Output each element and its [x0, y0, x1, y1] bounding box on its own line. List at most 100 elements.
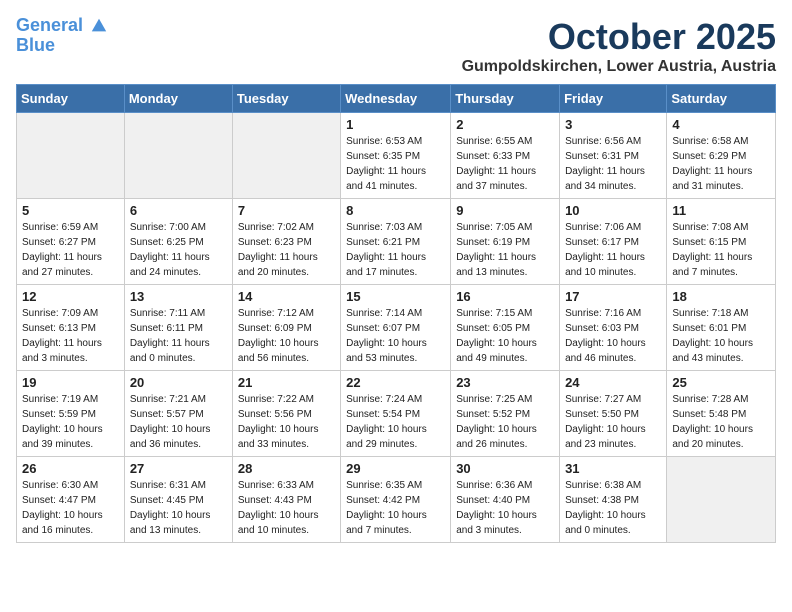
calendar-cell: [124, 113, 232, 199]
day-number: 22: [346, 375, 445, 390]
day-number: 4: [672, 117, 770, 132]
day-number: 25: [672, 375, 770, 390]
header-wednesday: Wednesday: [341, 85, 451, 113]
calendar-cell: 8 Sunrise: 7:03 AM Sunset: 6:21 PM Daylig…: [341, 199, 451, 285]
header-tuesday: Tuesday: [232, 85, 340, 113]
calendar-cell: 21 Sunrise: 7:22 AM Sunset: 5:56 PM Dayli…: [232, 371, 340, 457]
calendar-cell: [232, 113, 340, 199]
day-info: Sunrise: 6:33 AM Sunset: 4:43 PM Dayligh…: [238, 478, 335, 538]
day-info: Sunrise: 6:53 AM Sunset: 6:35 PM Dayligh…: [346, 134, 445, 194]
calendar-cell: 1 Sunrise: 6:53 AM Sunset: 6:35 PM Daylig…: [341, 113, 451, 199]
calendar: SundayMondayTuesdayWednesdayThursdayFrid…: [16, 84, 776, 543]
day-info: Sunrise: 6:31 AM Sunset: 4:45 PM Dayligh…: [130, 478, 227, 538]
title-area: October 2025 Gumpoldskirchen, Lower Aust…: [462, 16, 776, 76]
calendar-cell: 26 Sunrise: 6:30 AM Sunset: 4:47 PM Dayli…: [17, 457, 125, 543]
month-title: October 2025: [462, 16, 776, 58]
calendar-cell: 18 Sunrise: 7:18 AM Sunset: 6:01 PM Dayli…: [667, 285, 776, 371]
day-info: Sunrise: 7:25 AM Sunset: 5:52 PM Dayligh…: [456, 392, 554, 452]
calendar-cell: 25Sunrise: 7:28 AM Sunset: 5:48 PM Dayli…: [667, 371, 776, 457]
week-row-3: 12 Sunrise: 7:09 AM Sunset: 6:13 PM Dayli…: [17, 285, 776, 371]
day-number: 13: [130, 289, 227, 304]
week-row-4: 19 Sunrise: 7:19 AM Sunset: 5:59 PM Dayli…: [17, 371, 776, 457]
calendar-cell: 31Sunrise: 6:38 AM Sunset: 4:38 PM Dayli…: [560, 457, 667, 543]
calendar-cell: [17, 113, 125, 199]
calendar-cell: 7 Sunrise: 7:02 AM Sunset: 6:23 PM Daylig…: [232, 199, 340, 285]
calendar-cell: 12 Sunrise: 7:09 AM Sunset: 6:13 PM Dayli…: [17, 285, 125, 371]
day-number: 6: [130, 203, 227, 218]
calendar-cell: 9 Sunrise: 7:05 AM Sunset: 6:19 PM Daylig…: [451, 199, 560, 285]
calendar-cell: 3Sunrise: 6:56 AM Sunset: 6:31 PM Daylig…: [560, 113, 667, 199]
day-info: Sunrise: 6:58 AM Sunset: 6:29 PM Dayligh…: [672, 134, 770, 194]
day-info: Sunrise: 7:15 AM Sunset: 6:05 PM Dayligh…: [456, 306, 554, 366]
logo-text: General Blue: [16, 16, 108, 56]
header-friday: Friday: [560, 85, 667, 113]
calendar-cell: 27 Sunrise: 6:31 AM Sunset: 4:45 PM Dayli…: [124, 457, 232, 543]
day-number: 19: [22, 375, 119, 390]
logo: General Blue: [16, 16, 108, 56]
day-number: 17: [565, 289, 661, 304]
day-info: Sunrise: 7:00 AM Sunset: 6:25 PM Dayligh…: [130, 220, 227, 280]
day-number: 26: [22, 461, 119, 476]
day-number: 30: [456, 461, 554, 476]
calendar-cell: 28Sunrise: 6:33 AM Sunset: 4:43 PM Dayli…: [232, 457, 340, 543]
calendar-cell: 22 Sunrise: 7:24 AM Sunset: 5:54 PM Dayli…: [341, 371, 451, 457]
day-number: 8: [346, 203, 445, 218]
day-info: Sunrise: 7:22 AM Sunset: 5:56 PM Dayligh…: [238, 392, 335, 452]
day-info: Sunrise: 7:27 AM Sunset: 5:50 PM Dayligh…: [565, 392, 661, 452]
calendar-cell: 19 Sunrise: 7:19 AM Sunset: 5:59 PM Dayli…: [17, 371, 125, 457]
day-number: 10: [565, 203, 661, 218]
calendar-cell: 2Sunrise: 6:55 AM Sunset: 6:33 PM Daylig…: [451, 113, 560, 199]
day-number: 2: [456, 117, 554, 132]
day-info: Sunrise: 7:19 AM Sunset: 5:59 PM Dayligh…: [22, 392, 119, 452]
calendar-cell: 15 Sunrise: 7:14 AM Sunset: 6:07 PM Dayli…: [341, 285, 451, 371]
location-title: Gumpoldskirchen, Lower Austria, Austria: [462, 58, 776, 76]
day-info: Sunrise: 7:06 AM Sunset: 6:17 PM Dayligh…: [565, 220, 661, 280]
day-info: Sunrise: 7:16 AM Sunset: 6:03 PM Dayligh…: [565, 306, 661, 366]
calendar-cell: 4 Sunrise: 6:58 AM Sunset: 6:29 PM Daylig…: [667, 113, 776, 199]
day-info: Sunrise: 6:36 AM Sunset: 4:40 PM Dayligh…: [456, 478, 554, 538]
day-number: 27: [130, 461, 227, 476]
day-number: 9: [456, 203, 554, 218]
calendar-cell: 10 Sunrise: 7:06 AM Sunset: 6:17 PM Dayli…: [560, 199, 667, 285]
day-info: Sunrise: 7:09 AM Sunset: 6:13 PM Dayligh…: [22, 306, 119, 366]
day-info: Sunrise: 7:24 AM Sunset: 5:54 PM Dayligh…: [346, 392, 445, 452]
day-number: 21: [238, 375, 335, 390]
day-number: 5: [22, 203, 119, 218]
day-info: Sunrise: 7:12 AM Sunset: 6:09 PM Dayligh…: [238, 306, 335, 366]
day-info: Sunrise: 7:03 AM Sunset: 6:21 PM Dayligh…: [346, 220, 445, 280]
day-number: 14: [238, 289, 335, 304]
calendar-cell: 11Sunrise: 7:08 AM Sunset: 6:15 PM Dayli…: [667, 199, 776, 285]
calendar-cell: 30 Sunrise: 6:36 AM Sunset: 4:40 PM Dayli…: [451, 457, 560, 543]
calendar-cell: 24 Sunrise: 7:27 AM Sunset: 5:50 PM Dayli…: [560, 371, 667, 457]
day-number: 23: [456, 375, 554, 390]
calendar-cell: 29Sunrise: 6:35 AM Sunset: 4:42 PM Dayli…: [341, 457, 451, 543]
calendar-header-row: SundayMondayTuesdayWednesdayThursdayFrid…: [17, 85, 776, 113]
day-info: Sunrise: 7:18 AM Sunset: 6:01 PM Dayligh…: [672, 306, 770, 366]
week-row-5: 26 Sunrise: 6:30 AM Sunset: 4:47 PM Dayli…: [17, 457, 776, 543]
day-number: 1: [346, 117, 445, 132]
week-row-2: 5Sunrise: 6:59 AM Sunset: 6:27 PM Daylig…: [17, 199, 776, 285]
day-number: 11: [672, 203, 770, 218]
day-number: 24: [565, 375, 661, 390]
day-info: Sunrise: 7:11 AM Sunset: 6:11 PM Dayligh…: [130, 306, 227, 366]
calendar-cell: 13 Sunrise: 7:11 AM Sunset: 6:11 PM Dayli…: [124, 285, 232, 371]
day-number: 16: [456, 289, 554, 304]
day-number: 15: [346, 289, 445, 304]
day-info: Sunrise: 6:38 AM Sunset: 4:38 PM Dayligh…: [565, 478, 661, 538]
calendar-cell: 23 Sunrise: 7:25 AM Sunset: 5:52 PM Dayli…: [451, 371, 560, 457]
calendar-cell: [667, 457, 776, 543]
day-number: 7: [238, 203, 335, 218]
week-row-1: 1 Sunrise: 6:53 AM Sunset: 6:35 PM Daylig…: [17, 113, 776, 199]
day-number: 18: [672, 289, 770, 304]
header-saturday: Saturday: [667, 85, 776, 113]
day-info: Sunrise: 7:02 AM Sunset: 6:23 PM Dayligh…: [238, 220, 335, 280]
header-sunday: Sunday: [17, 85, 125, 113]
day-info: Sunrise: 7:14 AM Sunset: 6:07 PM Dayligh…: [346, 306, 445, 366]
calendar-cell: 20Sunrise: 7:21 AM Sunset: 5:57 PM Dayli…: [124, 371, 232, 457]
day-info: Sunrise: 6:30 AM Sunset: 4:47 PM Dayligh…: [22, 478, 119, 538]
day-info: Sunrise: 7:05 AM Sunset: 6:19 PM Dayligh…: [456, 220, 554, 280]
calendar-cell: 5Sunrise: 6:59 AM Sunset: 6:27 PM Daylig…: [17, 199, 125, 285]
header-monday: Monday: [124, 85, 232, 113]
calendar-cell: 16 Sunrise: 7:15 AM Sunset: 6:05 PM Dayli…: [451, 285, 560, 371]
day-number: 12: [22, 289, 119, 304]
